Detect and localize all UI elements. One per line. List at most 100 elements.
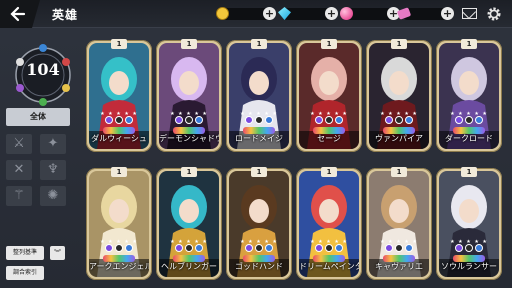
element-chip-icon xyxy=(105,116,113,124)
hero-card[interactable]: 1 ★ ★ ★ ★ ★ ダルウィーシュ xyxy=(86,39,152,152)
hero-level-badge: 1 xyxy=(321,39,337,49)
add-gold-button[interactable]: + xyxy=(263,7,276,20)
hero-portrait: ★ ★ ★ ★ ★ ヘルブリンガー xyxy=(159,171,219,277)
element-chip-icon xyxy=(195,244,203,252)
hero-card[interactable]: 1 ★ ★ ★ ★ ★ ダークロード xyxy=(436,39,502,152)
hero-name: ダークロード xyxy=(445,134,493,143)
element-chip-icon xyxy=(405,116,413,124)
hero-count-emblem: 104 xyxy=(10,42,76,108)
staff-icon: ⚚ xyxy=(13,188,25,203)
ticket-resource: + xyxy=(396,7,454,20)
gear-icon[interactable] xyxy=(486,6,502,22)
mail-icon[interactable] xyxy=(462,8,477,19)
hero-card[interactable]: 1 ★ ★ ★ ★ ★ アークエンジェル xyxy=(86,167,152,280)
hero-element-chips xyxy=(307,116,351,124)
element-chip-icon xyxy=(125,116,133,124)
hero-level-badge: 1 xyxy=(111,167,127,177)
filter-staff-button[interactable]: ⚚ xyxy=(6,186,32,206)
hero-element-chips xyxy=(97,244,141,252)
element-chip-icon xyxy=(315,244,323,252)
filter-claw-button[interactable]: ✦ xyxy=(40,134,66,154)
crossed-blades-icon: ✕ xyxy=(13,162,25,177)
element-chip-icon xyxy=(385,116,393,124)
hero-level-badge: 1 xyxy=(251,167,267,177)
sort-criteria-button[interactable]: 整列基準 xyxy=(6,246,44,260)
element-chip-icon xyxy=(125,244,133,252)
element-chip-icon xyxy=(315,116,323,124)
hero-name: ゴッドハンド xyxy=(235,262,283,271)
element-chip-icon xyxy=(335,244,343,252)
filter-fire-button[interactable]: ✺ xyxy=(40,186,66,206)
hero-name: セージ xyxy=(317,134,341,143)
element-chip-icon xyxy=(265,244,273,252)
pink-orb-icon xyxy=(340,7,353,20)
hero-card[interactable]: 1 ★ ★ ★ ★ ★ ロードメイジ xyxy=(226,39,292,152)
sort-direction-button[interactable]: ︾ xyxy=(50,246,65,260)
hero-name: ヘルブリンガー xyxy=(161,262,217,271)
hero-level-badge: 1 xyxy=(181,167,197,177)
filter-bow-button[interactable]: ♆ xyxy=(40,160,66,180)
hero-card[interactable]: 1 ★ ★ ★ ★ ★ ゴッドハンド xyxy=(226,167,292,280)
orb-resource: + xyxy=(340,7,400,20)
hero-card[interactable]: 1 ★ ★ ★ ★ ★ ソウルランサー xyxy=(436,167,502,280)
hero-name: デーモンシャドウ xyxy=(159,134,219,143)
filter-all-button[interactable]: 全体 xyxy=(6,108,70,126)
back-button[interactable] xyxy=(0,0,40,28)
hero-card[interactable]: 1 ★ ★ ★ ★ ★ ヴァンパイア xyxy=(366,39,432,152)
element-chip-icon xyxy=(465,116,473,124)
element-chip-icon xyxy=(475,244,483,252)
hero-name: キャヴァリエ xyxy=(375,262,423,271)
gold-resource: + xyxy=(216,7,276,20)
filter-sword-button[interactable]: ⚔ xyxy=(6,134,32,154)
filter-blades-button[interactable]: ✕ xyxy=(6,160,32,180)
element-chip-icon xyxy=(475,116,483,124)
page-title: 英雄 xyxy=(52,8,79,22)
element-chip-icon xyxy=(335,116,343,124)
hero-level-badge: 1 xyxy=(461,167,477,177)
hero-element-chips xyxy=(377,116,421,124)
hero-card[interactable]: 1 ★ ★ ★ ★ ★ ヘルブリンガー xyxy=(156,167,222,280)
add-gem-button[interactable]: + xyxy=(325,7,338,20)
hero-portrait: ★ ★ ★ ★ ★ ダルウィーシュ xyxy=(89,43,149,149)
hero-card[interactable]: 1 ★ ★ ★ ★ ★ キャヴァリエ xyxy=(366,167,432,280)
hero-portrait: ★ ★ ★ ★ ★ ロードメイジ xyxy=(229,43,289,149)
synthesis-index-button[interactable]: 調合索引 xyxy=(6,266,44,280)
top-bar: 英雄 + + + + xyxy=(0,0,512,28)
hero-name: ソウルランサー xyxy=(441,262,497,271)
hero-portrait: ★ ★ ★ ★ ★ アークエンジェル xyxy=(89,171,149,277)
hero-element-chips xyxy=(167,244,211,252)
hero-portrait: ★ ★ ★ ★ ★ ゴッドハンド xyxy=(229,171,289,277)
hero-level-badge: 1 xyxy=(111,39,127,49)
diamond-gem-icon xyxy=(278,7,291,20)
hero-card[interactable]: 1 ★ ★ ★ ★ ★ セージ xyxy=(296,39,362,152)
element-chip-icon xyxy=(385,244,393,252)
hero-level-badge: 1 xyxy=(391,167,407,177)
hero-name: ダルウィーシュ xyxy=(91,134,147,143)
double-chevron-down-icon: ︾ xyxy=(54,249,61,257)
add-ticket-button[interactable]: + xyxy=(441,7,454,20)
hero-card[interactable]: 1★ ★ ★ ★ ★ドリームペインター xyxy=(296,167,362,280)
element-chip-icon xyxy=(455,116,463,124)
element-chip-icon xyxy=(465,244,473,252)
hero-card[interactable]: 1 ★ ★ ★ ★ ★ デーモンシャドウ xyxy=(156,39,222,152)
hero-level-badge: 1 xyxy=(461,39,477,49)
hero-element-chips xyxy=(377,244,421,252)
element-chip-icon xyxy=(175,244,183,252)
hero-portrait: ★ ★ ★ ★ ★ セージ xyxy=(299,43,359,149)
hero-portrait: ★ ★ ★ ★ ★ドリームペインター xyxy=(299,171,359,277)
hero-element-chips xyxy=(237,244,281,252)
element-chip-icon xyxy=(455,244,463,252)
hero-portrait: ★ ★ ★ ★ ★ ヴァンパイア xyxy=(369,43,429,149)
hero-portrait: ★ ★ ★ ★ ★ キャヴァリエ xyxy=(369,171,429,277)
element-chip-icon xyxy=(395,244,403,252)
element-chip-icon xyxy=(175,116,183,124)
element-chip-icon xyxy=(115,244,123,252)
hero-portrait: ★ ★ ★ ★ ★ ソウルランサー xyxy=(439,171,499,277)
hero-level-badge: 1 xyxy=(321,167,337,177)
hero-level-badge: 1 xyxy=(391,39,407,49)
element-chip-icon xyxy=(245,244,253,252)
element-chip-icon xyxy=(115,116,123,124)
element-chip-icon xyxy=(195,116,203,124)
hero-portrait: ★ ★ ★ ★ ★ デーモンシャドウ xyxy=(159,43,219,149)
gem-resource: + xyxy=(278,7,338,20)
